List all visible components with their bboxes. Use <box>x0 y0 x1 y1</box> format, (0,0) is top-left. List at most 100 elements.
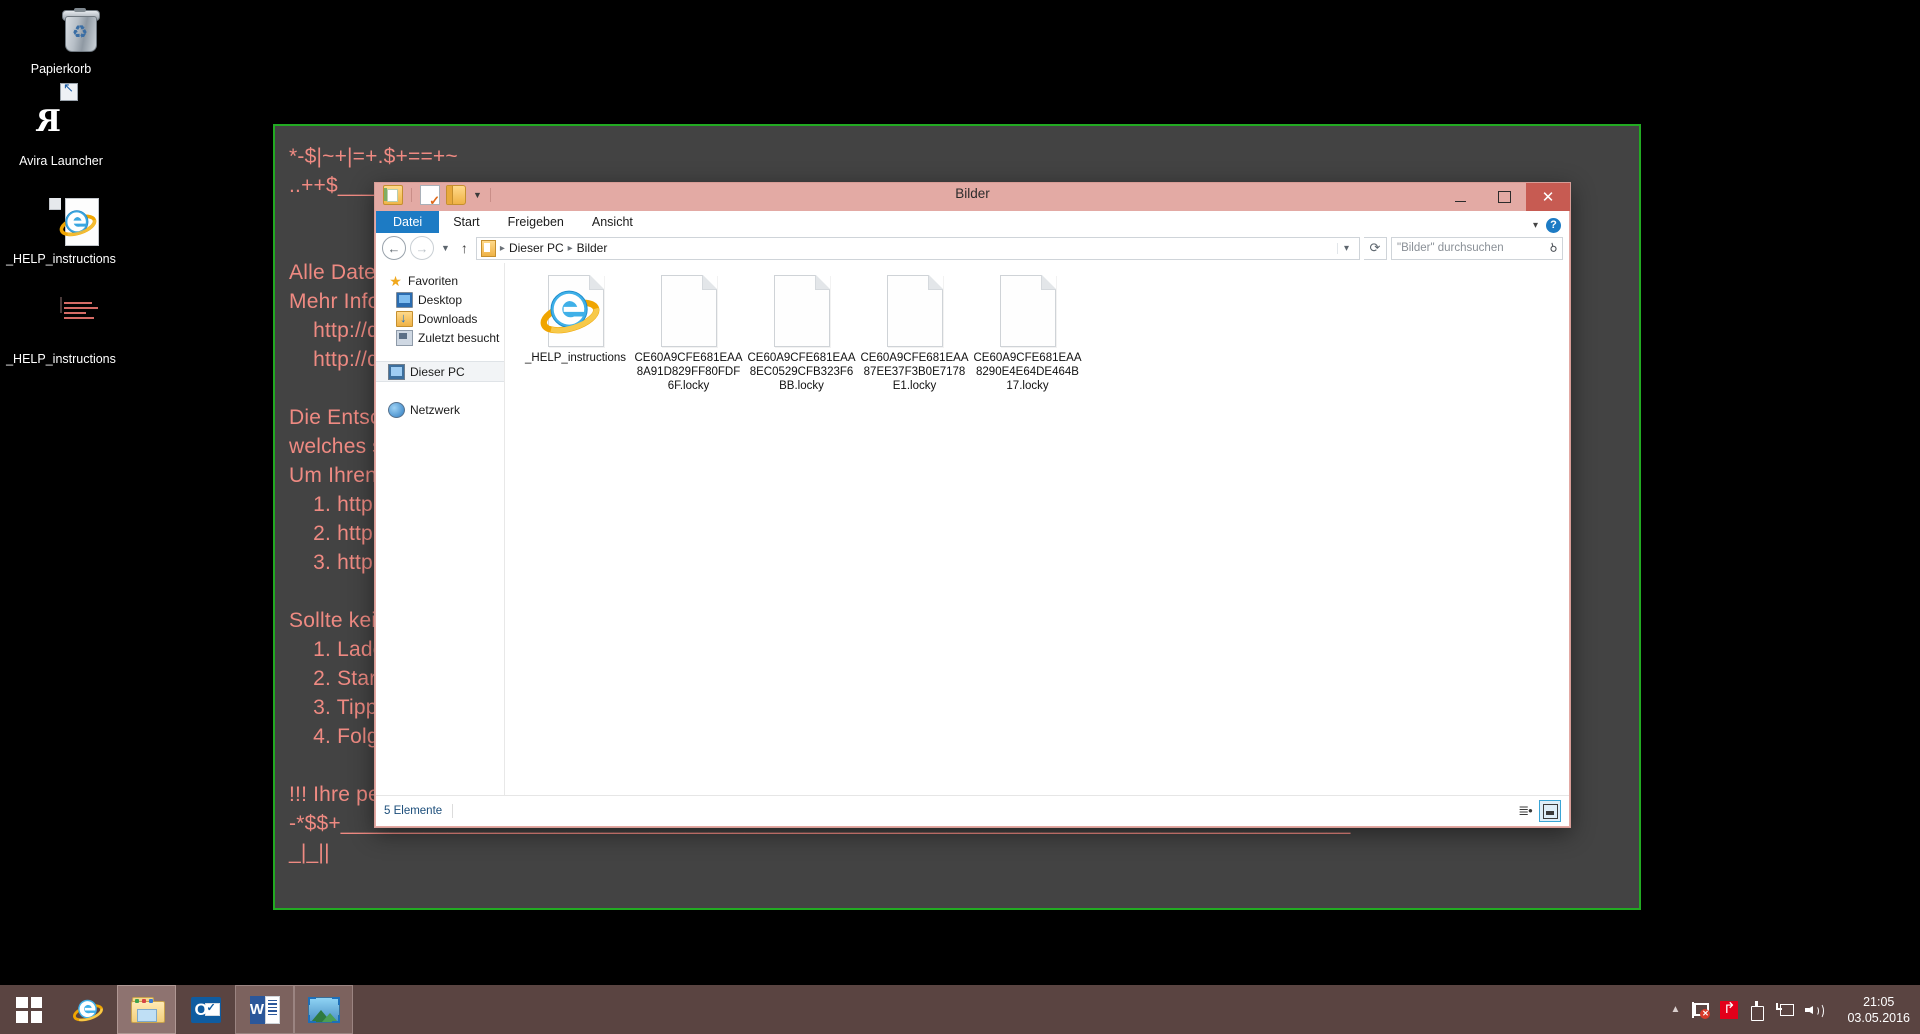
file-item[interactable]: _HELP_instructions <box>519 275 632 393</box>
window-controls[interactable]: ✕ <box>1438 183 1570 211</box>
system-tray[interactable]: ▲ ✕ 21:05 03.05.2016 <box>1671 985 1920 1034</box>
up-button[interactable]: ↑ <box>457 240 472 256</box>
sidebar-item-label: Zuletzt besucht <box>418 330 500 345</box>
sidebar-item-label: Desktop <box>418 292 463 307</box>
tab-ansicht[interactable]: Ansicht <box>578 211 647 233</box>
help-icon[interactable]: ? <box>1546 218 1561 233</box>
close-button[interactable]: ✕ <box>1526 183 1570 211</box>
tab-datei[interactable]: Datei <box>376 211 440 233</box>
sidebar-item-zuletzt-besucht[interactable]: Zuletzt besucht <box>376 328 504 347</box>
ribbon-tabs[interactable]: Datei Start Freigeben Ansicht ▾ ? <box>376 211 1569 234</box>
breadcrumb-separator: ▸ <box>567 242 573 254</box>
show-hidden-icons-icon[interactable]: ▲ <box>1671 1004 1681 1015</box>
minimize-button[interactable] <box>1438 183 1482 211</box>
search-placeholder: "Bilder" durchsuchen <box>1397 242 1504 254</box>
sidebar-item-favoriten[interactable]: ★ Favoriten <box>376 271 504 290</box>
file-name: _HELP_instructions <box>525 352 626 364</box>
tab-start[interactable]: Start <box>439 211 493 233</box>
taskbar-item-outlook[interactable] <box>176 985 235 1034</box>
navigation-bar[interactable]: ← → ▼ ↑ ▸ Dieser PC ▸ Bilder ▾ ⟳ "Bilder… <box>376 233 1569 263</box>
breadcrumb-separator: ▸ <box>499 242 505 254</box>
sidebar-item-downloads[interactable]: Downloads <box>376 309 504 328</box>
taskbar-item-internet-explorer[interactable] <box>58 985 117 1034</box>
word-icon: W <box>249 995 280 1024</box>
action-center-flag-icon[interactable]: ✕ <box>1691 1001 1711 1019</box>
ie-html-file-icon <box>37 198 99 246</box>
file-name: CE60A9CFE681EAA8A91D829FF80FDF6F.locky <box>634 352 743 392</box>
status-divider <box>452 804 454 818</box>
desktop-screen: ♻ Papierkorb R Avira Launcher _HELP_inst… <box>0 0 1920 1034</box>
internet-explorer-icon <box>59 210 97 237</box>
view-buttons[interactable]: ≣• <box>1515 800 1561 822</box>
sidebar-item-label: Downloads <box>418 311 478 326</box>
navigation-pane[interactable]: ★ Favoriten Desktop Downloads Zuletzt be… <box>376 263 505 796</box>
file-item[interactable]: CE60A9CFE681EAA8EC0529CFB323F6BB.locky <box>745 275 858 393</box>
outlook-icon <box>190 996 221 1023</box>
file-list-area[interactable]: _HELP_instructions CE60A9CFE681EAA8A91D8… <box>505 263 1569 796</box>
desktop-icon-label: Papierkorb <box>30 62 92 76</box>
file-name: CE60A9CFE681EAA87EE37F3B0E7178E1.locky <box>860 352 969 392</box>
file-item[interactable]: CE60A9CFE681EAA87EE37F3B0E7178E1.locky <box>858 275 971 393</box>
folder-icon <box>480 239 496 257</box>
blank-file-icon <box>858 275 971 351</box>
internet-explorer-icon <box>540 290 599 334</box>
file-item[interactable]: CE60A9CFE681EAA8290E4E64DE464B17.locky <box>971 275 1084 393</box>
safely-remove-hardware-icon[interactable] <box>1749 1000 1765 1021</box>
downloads-icon <box>396 310 413 327</box>
maximize-button[interactable] <box>1482 183 1526 211</box>
sidebar-item-label: Dieser PC <box>410 364 465 379</box>
star-icon: ★ <box>389 272 402 289</box>
recycle-bin-icon: ♻ <box>37 8 100 56</box>
desktop-icon-label: _HELP_instructions <box>6 252 116 266</box>
avira-launcher-icon: R <box>36 83 85 148</box>
bmp-image-file-icon <box>37 297 98 346</box>
desktop-icon-avira-launcher[interactable]: R Avira Launcher <box>6 83 116 168</box>
blank-file-icon <box>632 275 745 351</box>
large-icons-view-button[interactable] <box>1539 800 1561 822</box>
back-button[interactable]: ← <box>382 236 406 260</box>
desktop-icon-papierkorb[interactable]: ♻ Papierkorb <box>6 8 116 76</box>
sidebar-item-netzwerk[interactable]: Netzwerk <box>376 400 504 419</box>
file-item[interactable]: CE60A9CFE681EAA8A91D829FF80FDF6F.locky <box>632 275 745 393</box>
address-dropdown-icon[interactable]: ▾ <box>1336 242 1355 254</box>
quick-access-toolbar[interactable]: ▼ Bilder ✕ <box>375 183 1570 211</box>
taskbar-clock[interactable]: 21:05 03.05.2016 <box>1835 994 1910 1026</box>
start-button[interactable] <box>0 985 58 1034</box>
network-icon <box>388 401 405 418</box>
file-name: CE60A9CFE681EAA8EC0529CFB323F6BB.locky <box>747 352 856 392</box>
taskbar[interactable]: W ▲ ✕ <box>0 985 1920 1034</box>
refresh-button[interactable]: ⟳ <box>1364 236 1387 260</box>
clock-time: 21:05 <box>1863 994 1895 1009</box>
search-box[interactable]: "Bilder" durchsuchen ☌ <box>1391 236 1563 260</box>
explorer-window[interactable]: ▼ Bilder ✕ Datei Start Freigeben Ansicht… <box>374 182 1571 828</box>
breadcrumb-this-pc[interactable]: Dieser PC <box>509 241 564 255</box>
forward-button[interactable]: → <box>410 236 434 260</box>
chevron-down-icon[interactable]: ▾ <box>1533 220 1538 231</box>
taskbar-item-word[interactable]: W <box>235 985 294 1034</box>
this-pc-icon <box>388 363 405 380</box>
network-icon[interactable] <box>1776 1002 1795 1018</box>
blank-file-icon <box>745 275 858 351</box>
ribbon-right-controls[interactable]: ▾ ? <box>1533 218 1569 233</box>
volume-icon[interactable] <box>1805 1002 1825 1019</box>
avira-tray-icon[interactable] <box>1720 1000 1739 1019</box>
desktop-icon-help-instructions-bmp[interactable]: _HELP_instructions <box>6 297 116 366</box>
taskbar-item-file-explorer[interactable] <box>117 985 176 1034</box>
recent-locations-icon[interactable]: ▼ <box>438 243 453 253</box>
photo-viewer-icon <box>307 996 340 1023</box>
windows-logo-icon <box>16 996 42 1023</box>
file-grid: _HELP_instructions CE60A9CFE681EAA8A91D8… <box>519 275 1569 393</box>
sidebar-item-dieser-pc[interactable]: Dieser PC <box>376 361 504 382</box>
tab-freigeben[interactable]: Freigeben <box>494 211 578 233</box>
search-icon: ☌ <box>1545 240 1561 256</box>
sidebar-item-desktop[interactable]: Desktop <box>376 290 504 309</box>
desktop-icon-help-instructions-html[interactable]: _HELP_instructions <box>6 198 116 266</box>
taskbar-item-photos[interactable] <box>294 985 353 1034</box>
ie-html-file-icon <box>519 275 632 351</box>
breadcrumb-bilder[interactable]: Bilder <box>577 241 608 255</box>
item-count-label: 5 Elemente <box>384 805 443 817</box>
address-bar[interactable]: ▸ Dieser PC ▸ Bilder ▾ <box>475 236 1360 260</box>
internet-explorer-icon <box>72 999 103 1021</box>
blank-file-icon <box>971 275 1084 351</box>
details-view-button[interactable]: ≣• <box>1515 801 1535 821</box>
